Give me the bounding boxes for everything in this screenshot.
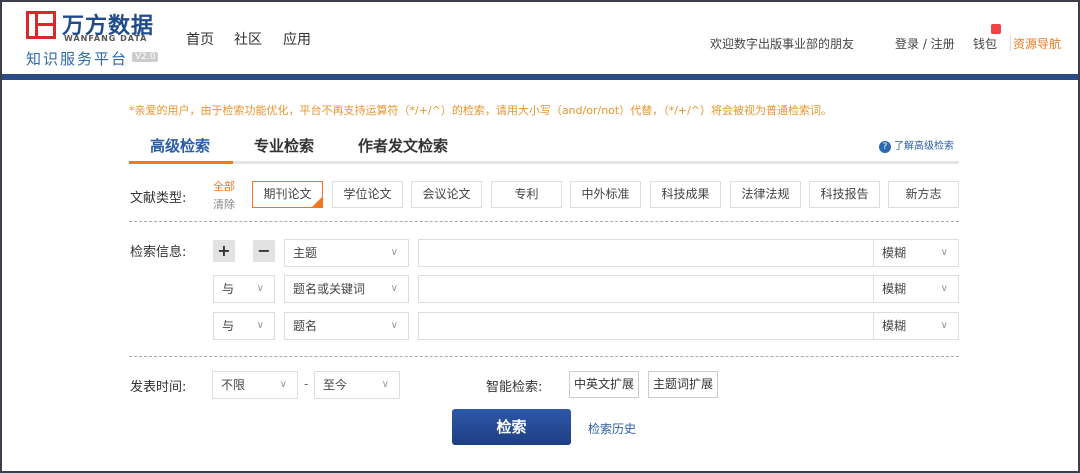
divider [129, 356, 959, 357]
chevron-down-icon: ∨ [279, 379, 287, 390]
nav-home[interactable]: 首页 [186, 29, 214, 49]
chevron-down-icon: ∨ [940, 283, 948, 294]
field-select-value: 主题 [293, 246, 318, 260]
logic-select-value: 与 [222, 319, 235, 333]
match-select-2[interactable]: 模糊 ∨ [873, 275, 959, 303]
help-icon: ? [879, 141, 891, 153]
field-select-2[interactable]: 题名或关键词 ∨ [284, 275, 409, 303]
remove-row-button[interactable]: − [253, 240, 275, 262]
tab-professional-search[interactable]: 专业检索 [254, 135, 314, 156]
doc-type-achievement[interactable]: 科技成果 [650, 181, 721, 208]
search-term-input-1[interactable] [418, 239, 874, 267]
match-select-value: 模糊 [882, 319, 907, 333]
version-badge: V2.0 [132, 52, 159, 62]
tab-author-search[interactable]: 作者发文检索 [358, 135, 448, 156]
match-select-value: 模糊 [882, 246, 907, 260]
wallet-link[interactable]: 钱包 [973, 35, 997, 52]
cn-en-expand-button[interactable]: 中英文扩展 [569, 371, 640, 398]
time-range-dash: - [304, 377, 309, 391]
add-row-button[interactable]: + [213, 240, 235, 262]
time-to-value: 至今 [323, 378, 348, 392]
match-select-3[interactable]: 模糊 ∨ [873, 312, 959, 340]
platform-title: 知识服务平台 [26, 50, 129, 68]
match-select-1[interactable]: 模糊 ∨ [873, 239, 959, 267]
chevron-down-icon: ∨ [940, 320, 948, 331]
doc-type-report[interactable]: 科技报告 [809, 181, 880, 208]
doc-type-standard[interactable]: 中外标准 [570, 181, 641, 208]
chevron-down-icon: ∨ [940, 247, 948, 258]
time-from-value: 不限 [221, 378, 246, 392]
chevron-down-icon: ∨ [390, 247, 398, 258]
time-to-select[interactable]: 至今 ∨ [314, 371, 400, 399]
welcome-text: 欢迎数字出版事业部的朋友 [710, 37, 855, 51]
wallet-badge [991, 24, 1001, 34]
chevron-down-icon: ∨ [256, 283, 264, 294]
smart-search-label: 智能检索: [486, 380, 543, 395]
match-select-value: 模糊 [882, 282, 907, 296]
logic-select-value: 与 [222, 282, 235, 296]
select-all-link[interactable]: 全部 [213, 178, 235, 194]
doc-type-law[interactable]: 法律法规 [730, 181, 801, 208]
search-history-link[interactable]: 检索历史 [588, 420, 636, 437]
tab-active-indicator [129, 161, 233, 164]
time-from-select[interactable]: 不限 ∨ [212, 371, 298, 399]
login-register-link[interactable]: 登录 / 注册 [895, 35, 955, 52]
header-divider [2, 74, 1078, 80]
resource-nav-link[interactable]: 资源导航 [1010, 35, 1061, 52]
logo-text-en: WANFANG DATA [64, 34, 148, 43]
tab-advanced-search[interactable]: 高级检索 [150, 135, 210, 156]
field-select-value: 题名或关键词 [293, 282, 366, 296]
notice-text: *亲爱的用户，由于检索功能优化，平台不再支持运算符（*/+/^）的检索，请用大小… [129, 104, 833, 117]
doc-type-patent[interactable]: 专利 [491, 181, 562, 208]
search-term-input-3[interactable] [418, 312, 874, 340]
subject-expand-button[interactable]: 主题词扩展 [648, 371, 719, 398]
field-select-value: 题名 [293, 319, 318, 333]
search-term-input-2[interactable] [418, 275, 874, 303]
chevron-down-icon: ∨ [390, 283, 398, 294]
field-select-1[interactable]: 主题 ∨ [284, 239, 409, 267]
chevron-down-icon: ∨ [381, 379, 389, 390]
doc-type-label: 文献类型: [130, 191, 187, 206]
doc-type-thesis[interactable]: 学位论文 [332, 181, 403, 208]
doc-type-conference[interactable]: 会议论文 [411, 181, 482, 208]
chevron-down-icon: ∨ [390, 320, 398, 331]
chevron-down-icon: ∨ [256, 320, 264, 331]
logic-select-3[interactable]: 与 ∨ [213, 312, 275, 340]
nav-apps[interactable]: 应用 [283, 29, 311, 49]
divider [129, 221, 959, 222]
search-button[interactable]: 检索 [452, 409, 571, 445]
help-link[interactable]: ? 了解高级检索 [879, 137, 954, 153]
doc-type-local-chronicle[interactable]: 新方志 [888, 181, 959, 208]
field-select-3[interactable]: 题名 ∨ [284, 312, 409, 340]
nav-community[interactable]: 社区 [234, 29, 262, 49]
doc-type-journal[interactable]: 期刊论文 [252, 181, 323, 208]
search-info-label: 检索信息: [130, 245, 187, 260]
tab-underline [129, 161, 959, 164]
wanfang-logo-icon[interactable] [26, 11, 56, 39]
clear-link[interactable]: 清除 [213, 196, 235, 212]
help-link-label[interactable]: 了解高级检索 [894, 141, 954, 152]
logic-select-2[interactable]: 与 ∨ [213, 275, 275, 303]
publish-time-label: 发表时间: [130, 380, 187, 395]
